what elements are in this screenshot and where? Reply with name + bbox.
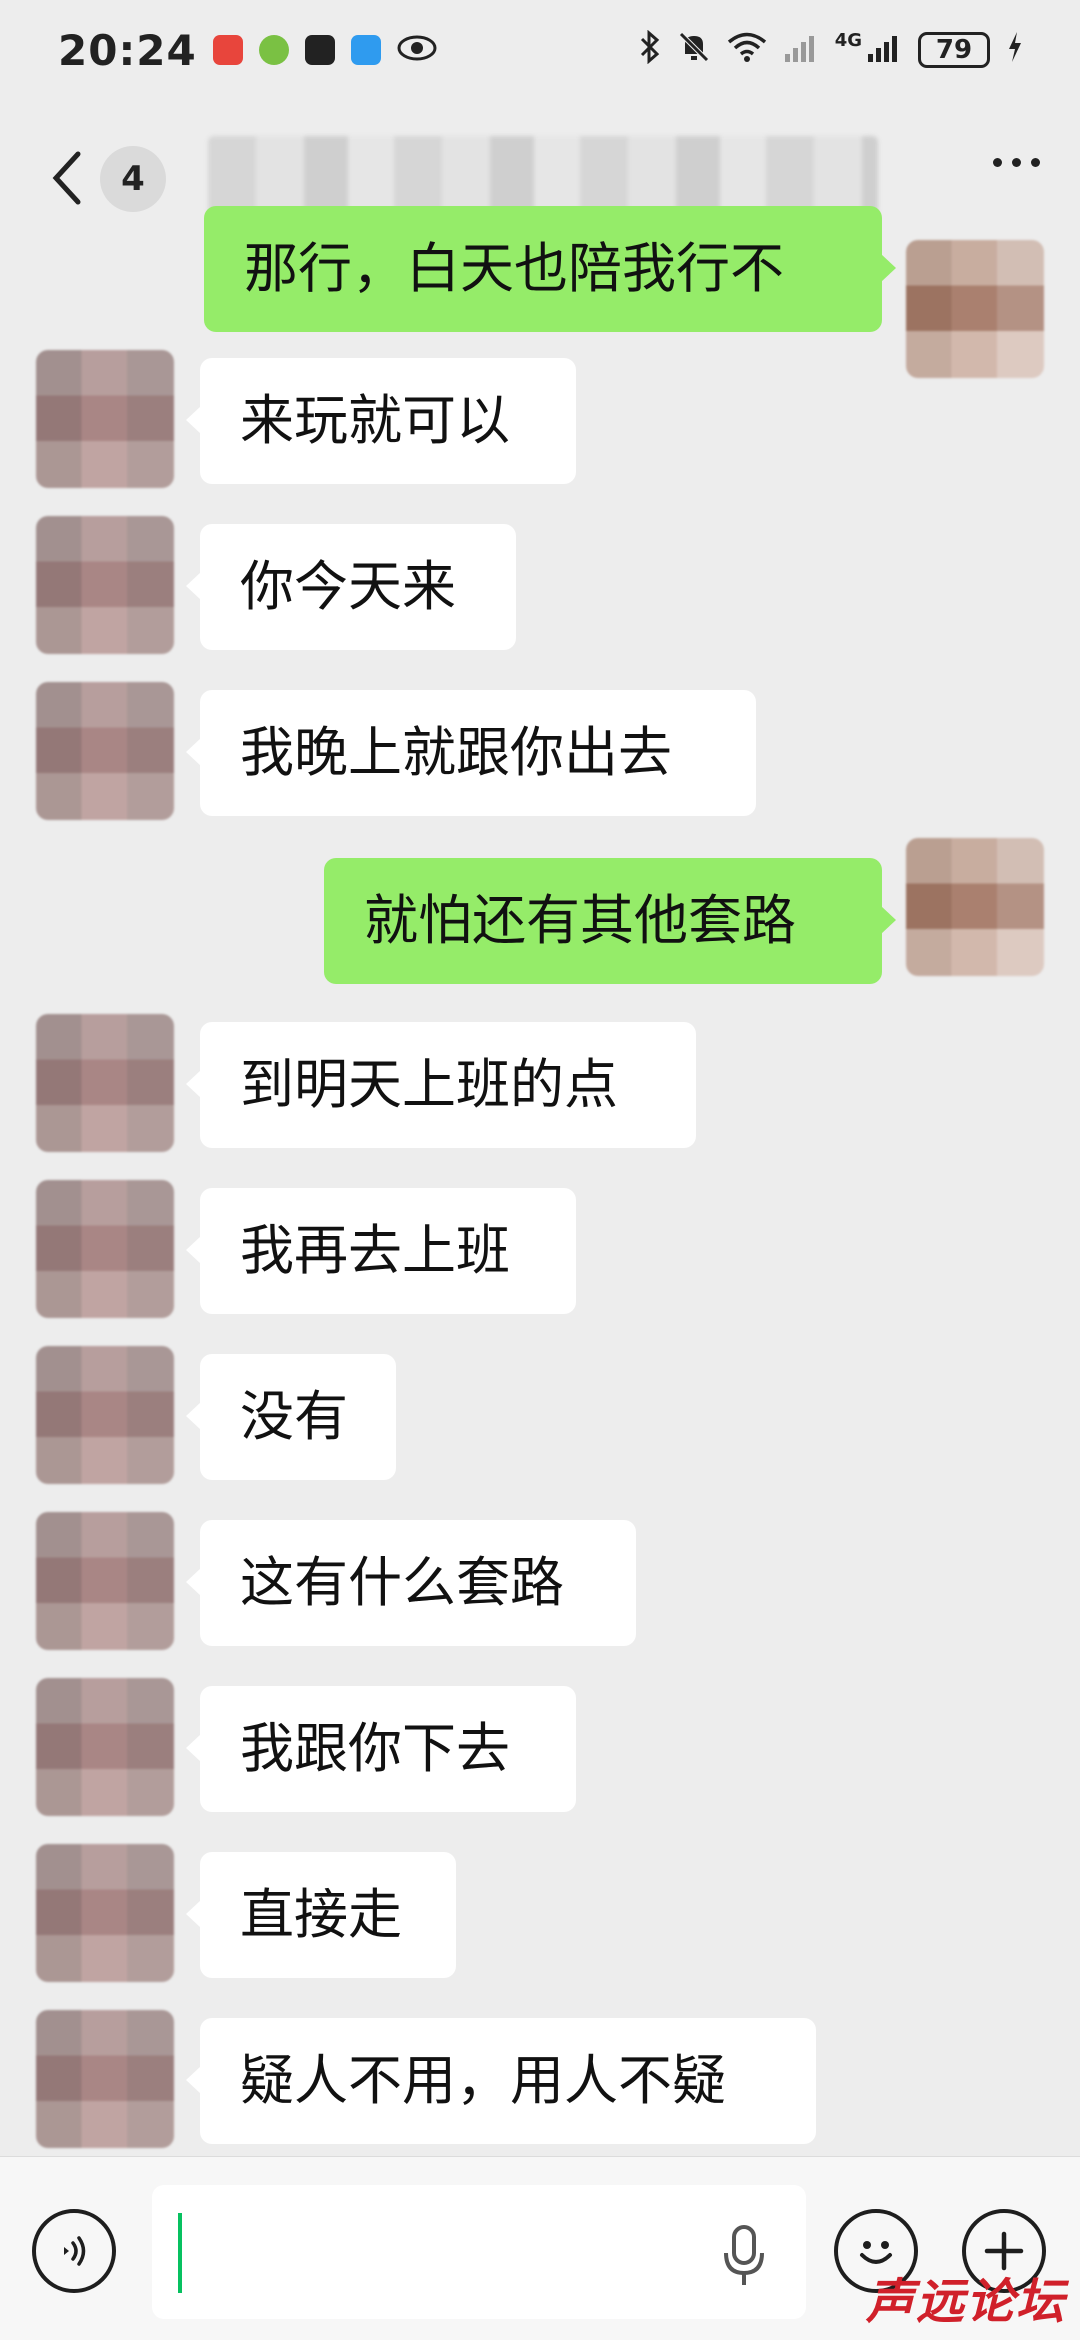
status-bar: 20:24 4G 79 [0,0,1080,100]
signal-icon [866,30,902,70]
contact-avatar[interactable] [36,1512,174,1650]
message-bubble[interactable]: 没有 [186,1354,396,1480]
contact-avatar[interactable] [36,1180,174,1318]
status-right: 4G 79 [639,29,1024,70]
message-list[interactable]: 那行，白天也陪我行不 来玩就可以 你今天来 我晚上就跟你出去 就怕还有其他套路 … [0,206,1080,2156]
self-avatar[interactable] [906,240,1044,378]
settings-app-icon [258,35,289,65]
contact-avatar[interactable] [36,1844,174,1982]
soul-app-icon [304,35,335,65]
status-left: 20:24 [58,26,437,75]
message-bubble[interactable]: 我跟你下去 [186,1686,576,1812]
wifi-icon [727,31,767,69]
message-bubble[interactable]: 来玩就可以 [186,358,576,484]
battery-indicator: 79 [918,32,990,68]
dot-icon [1031,158,1040,167]
contact-avatar[interactable] [36,1346,174,1484]
message-text-input[interactable] [152,2185,806,2319]
signal-empty-icon [783,30,819,70]
shopping-app-icon [212,35,243,65]
message-bubble[interactable]: 你今天来 [186,524,516,650]
chevron-left-icon [52,151,81,205]
message-bubble[interactable]: 我再去上班 [186,1188,576,1314]
self-avatar[interactable] [906,838,1044,976]
contact-avatar[interactable] [36,2010,174,2148]
charging-icon [1006,30,1024,70]
browser-app-icon [350,35,381,65]
dot-icon [993,158,1002,167]
message-bubble[interactable]: 到明天上班的点 [186,1022,696,1148]
forum-watermark: 声远论坛 [865,2274,1066,2330]
contact-avatar[interactable] [36,516,174,654]
status-time: 20:24 [58,25,197,75]
eye-icon [397,34,437,66]
network-type-label: 4G [834,30,862,51]
voice-wave-icon [64,2236,86,2266]
chat-screen: 20:24 4G 79 4 那行，白天也陪我行不 来玩就可以 你今天来 我晚上就… [0,0,1080,2340]
unread-count-badge[interactable]: 4 [100,146,166,212]
dot-icon [1012,158,1021,167]
voice-input-button[interactable] [32,2209,116,2293]
message-bubble[interactable]: 疑人不用，用人不疑 [186,2018,816,2144]
microphone-icon[interactable] [720,2221,768,2293]
message-bubble[interactable]: 那行，白天也陪我行不 [204,206,896,332]
contact-avatar[interactable] [36,350,174,488]
more-options-button[interactable] [993,158,1040,167]
contact-avatar[interactable] [36,1678,174,1816]
contact-avatar[interactable] [36,1014,174,1152]
message-bubble[interactable]: 我晚上就跟你出去 [186,690,756,816]
message-bubble[interactable]: 这有什么套路 [186,1520,636,1646]
message-bubble[interactable]: 直接走 [186,1852,456,1978]
bluetooth-icon [639,29,661,70]
back-button[interactable] [48,148,88,208]
text-cursor [178,2213,182,2293]
mute-bell-icon [677,30,711,70]
contact-avatar[interactable] [36,682,174,820]
message-bubble[interactable]: 就怕还有其他套路 [324,858,896,984]
chat-title-pixelated [208,136,878,216]
